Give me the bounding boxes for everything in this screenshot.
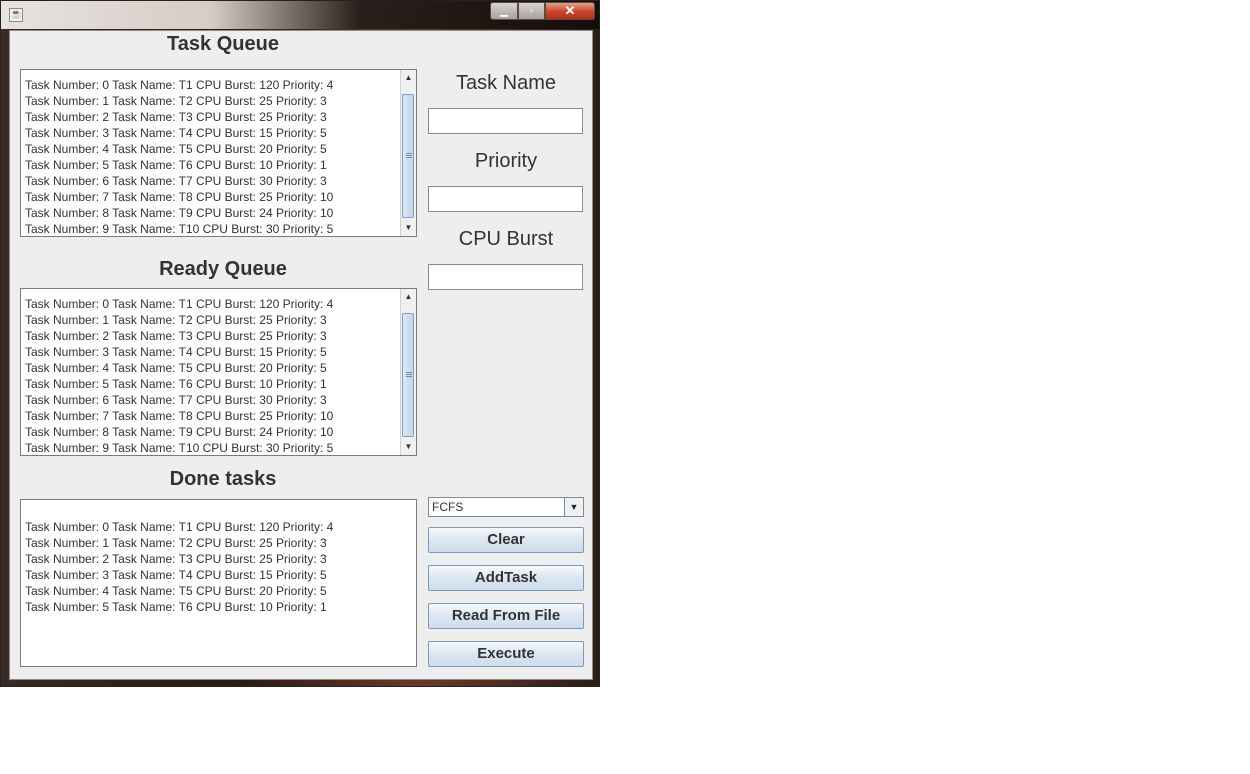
content-pane: Task Queue Task Number: 0 Task Name: T1 …	[9, 30, 593, 680]
clear-button[interactable]: Clear	[428, 527, 584, 553]
list-item[interactable]: Task Number: 3 Task Name: T4 CPU Burst: …	[25, 567, 398, 583]
ready-queue-scroll-thumb[interactable]	[402, 313, 414, 437]
java-icon[interactable]: ☕	[9, 8, 23, 22]
list-item[interactable]: Task Number: 8 Task Name: T9 CPU Burst: …	[25, 424, 398, 440]
read-from-file-button[interactable]: Read From File	[428, 603, 584, 629]
ready-queue-list[interactable]: Task Number: 0 Task Name: T1 CPU Burst: …	[20, 288, 417, 456]
task-queue-scroll-thumb[interactable]	[402, 94, 414, 218]
list-item[interactable]: Task Number: 3 Task Name: T4 CPU Burst: …	[25, 125, 398, 141]
list-item[interactable]: Task Number: 5 Task Name: T6 CPU Burst: …	[25, 599, 398, 615]
list-item[interactable]: Task Number: 0 Task Name: T1 CPU Burst: …	[25, 519, 398, 535]
priority-label: Priority	[474, 150, 538, 172]
minimize-button[interactable]: ▁	[490, 2, 518, 20]
list-item[interactable]: Task Number: 1 Task Name: T2 CPU Burst: …	[25, 312, 398, 328]
list-item[interactable]: Task Number: 2 Task Name: T3 CPU Burst: …	[25, 109, 398, 125]
execute-button[interactable]: Execute	[428, 641, 584, 667]
list-item[interactable]: Task Number: 4 Task Name: T5 CPU Burst: …	[25, 583, 398, 599]
list-item[interactable]: Task Number: 5 Task Name: T6 CPU Burst: …	[25, 376, 398, 392]
list-item[interactable]: Task Number: 0 Task Name: T1 CPU Burst: …	[25, 77, 398, 93]
done-tasks-rows: Task Number: 0 Task Name: T1 CPU Burst: …	[25, 519, 398, 615]
ready-queue-title: Ready Queue	[159, 258, 287, 280]
priority-input[interactable]	[428, 186, 583, 212]
task-queue-list[interactable]: Task Number: 0 Task Name: T1 CPU Burst: …	[20, 69, 417, 237]
minimize-icon: ▁	[499, 5, 509, 17]
app-window: ☕ ▁ ▫ ✕ Task Queue Task Number: 0 Task N…	[0, 0, 600, 687]
list-item[interactable]: Task Number: 9 Task Name: T10 CPU Burst:…	[25, 440, 398, 455]
arrow-up-icon[interactable]: ▲	[401, 70, 416, 86]
list-item[interactable]: Task Number: 5 Task Name: T6 CPU Burst: …	[25, 157, 398, 173]
cpu-burst-label: CPU Burst	[458, 228, 554, 250]
ready-queue-scrollbar[interactable]: ▲ ▼	[400, 289, 416, 455]
list-item[interactable]: Task Number: 6 Task Name: T7 CPU Burst: …	[25, 392, 398, 408]
task-queue-title: Task Queue	[167, 33, 279, 55]
list-item[interactable]: Task Number: 7 Task Name: T8 CPU Burst: …	[25, 189, 398, 205]
done-tasks-title: Done tasks	[169, 468, 277, 490]
list-item[interactable]: Task Number: 8 Task Name: T9 CPU Burst: …	[25, 205, 398, 221]
title-bar[interactable]: ☕ ▁ ▫ ✕	[1, 1, 599, 29]
cpu-burst-input[interactable]	[428, 264, 583, 290]
done-tasks-list[interactable]: Task Number: 0 Task Name: T1 CPU Burst: …	[20, 499, 417, 667]
task-queue-rows: Task Number: 0 Task Name: T1 CPU Burst: …	[25, 77, 398, 236]
task-name-input[interactable]	[428, 108, 583, 134]
arrow-up-icon[interactable]: ▲	[401, 289, 416, 305]
arrow-down-icon[interactable]: ▼	[401, 220, 416, 236]
list-item[interactable]: Task Number: 1 Task Name: T2 CPU Burst: …	[25, 535, 398, 551]
chevron-down-icon[interactable]: ▼	[564, 498, 583, 516]
list-item[interactable]: Task Number: 6 Task Name: T7 CPU Burst: …	[25, 173, 398, 189]
arrow-down-icon[interactable]: ▼	[401, 439, 416, 455]
list-item[interactable]: Task Number: 2 Task Name: T3 CPU Burst: …	[25, 551, 398, 567]
task-name-label: Task Name	[455, 72, 557, 94]
list-item[interactable]: Task Number: 3 Task Name: T4 CPU Burst: …	[25, 344, 398, 360]
list-item[interactable]: Task Number: 2 Task Name: T3 CPU Burst: …	[25, 328, 398, 344]
list-item[interactable]: Task Number: 9 Task Name: T10 CPU Burst:…	[25, 221, 398, 236]
close-button[interactable]: ✕	[545, 2, 595, 20]
close-icon: ✕	[564, 3, 576, 18]
ready-queue-rows: Task Number: 0 Task Name: T1 CPU Burst: …	[25, 296, 398, 455]
algorithm-selected: FCFS	[432, 500, 464, 514]
list-item[interactable]: Task Number: 4 Task Name: T5 CPU Burst: …	[25, 360, 398, 376]
list-item[interactable]: Task Number: 1 Task Name: T2 CPU Burst: …	[25, 93, 398, 109]
list-item[interactable]: Task Number: 7 Task Name: T8 CPU Burst: …	[25, 408, 398, 424]
task-queue-scrollbar[interactable]: ▲ ▼	[400, 70, 416, 236]
maximize-button[interactable]: ▫	[518, 2, 545, 20]
list-item[interactable]: Task Number: 0 Task Name: T1 CPU Burst: …	[25, 296, 398, 312]
add-task-button[interactable]: AddTask	[428, 565, 584, 591]
maximize-icon: ▫	[529, 5, 534, 17]
list-item[interactable]: Task Number: 4 Task Name: T5 CPU Burst: …	[25, 141, 398, 157]
algorithm-dropdown[interactable]: FCFS ▼	[428, 497, 584, 517]
